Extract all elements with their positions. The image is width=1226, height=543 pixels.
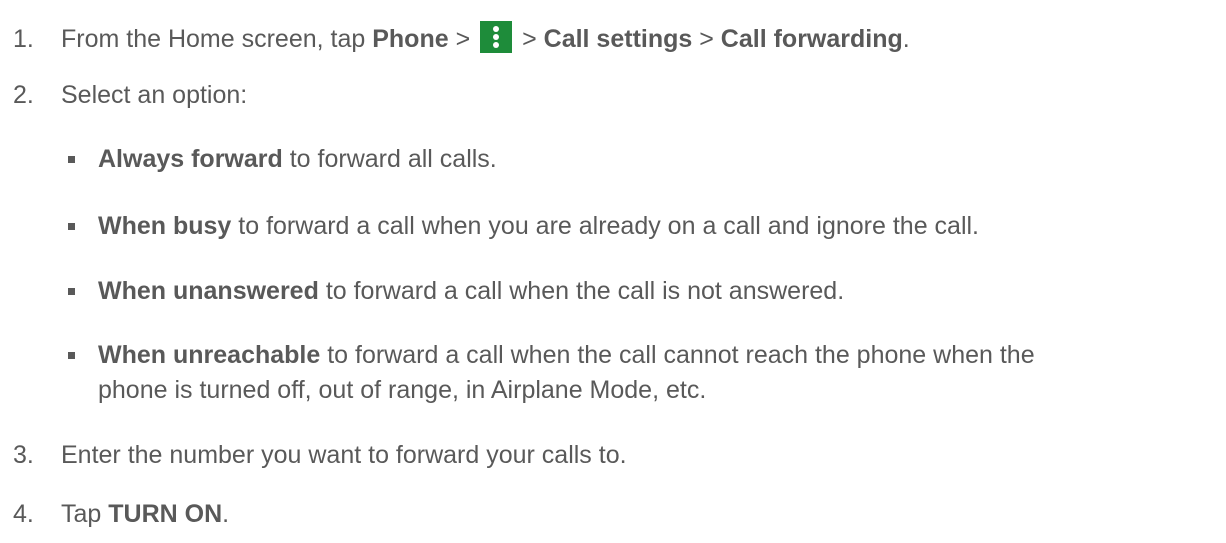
bullet-icon bbox=[68, 156, 75, 163]
phone-label: Phone bbox=[372, 25, 449, 53]
option-text-continued: phone is turned off, out of range, in Ai… bbox=[98, 376, 707, 404]
step-number: 4. bbox=[13, 500, 34, 528]
separator: > bbox=[515, 25, 544, 53]
step-text: From the Home screen, tap bbox=[61, 25, 373, 53]
bullet-icon bbox=[68, 352, 75, 359]
separator: > bbox=[448, 25, 478, 53]
option-title: When busy bbox=[98, 212, 232, 240]
call-settings-label: Call settings bbox=[543, 25, 693, 53]
call-forwarding-label: Call forwarding bbox=[720, 25, 903, 53]
option-text: to forward all calls. bbox=[282, 145, 497, 173]
option-when-busy: When busy to forward a call when you are… bbox=[68, 211, 1218, 241]
turn-on-label: TURN ON bbox=[108, 500, 223, 528]
option-title: When unreachable bbox=[98, 341, 321, 369]
step-number: 1. bbox=[13, 25, 34, 53]
step-1: 1. From the Home screen, tap Phone > > Ca… bbox=[13, 21, 910, 54]
step-text: Tap bbox=[61, 500, 109, 528]
instructions-document: 1. From the Home screen, tap Phone > > Ca… bbox=[0, 0, 1226, 543]
step-3: 3. Enter the number you want to forward y… bbox=[13, 440, 627, 470]
punctuation: . bbox=[222, 500, 230, 528]
more-options-icon bbox=[480, 21, 513, 53]
option-when-unreachable: When unreachable to forward a call when … bbox=[68, 340, 1218, 405]
step-text: Enter the number you want to forward you… bbox=[61, 441, 627, 469]
step-number: 3. bbox=[13, 441, 34, 469]
step-2: 2. Select an option: bbox=[13, 80, 247, 110]
step-text: Select an option: bbox=[61, 81, 248, 109]
option-title: When unanswered bbox=[98, 277, 319, 305]
separator: > bbox=[692, 25, 721, 53]
option-title: Always forward bbox=[98, 145, 283, 173]
bullet-icon bbox=[68, 288, 75, 295]
step-number: 2. bbox=[13, 81, 34, 109]
option-text: to forward a call when the call is not a… bbox=[318, 277, 845, 305]
step-4: 4. Tap TURN ON. bbox=[13, 499, 229, 529]
option-when-unanswered: When unanswered to forward a call when t… bbox=[68, 276, 1218, 306]
option-always-forward: Always forward to forward all calls. bbox=[68, 144, 1218, 174]
option-text: to forward a call when you are already o… bbox=[231, 212, 979, 240]
punctuation: . bbox=[902, 25, 910, 53]
option-text: to forward a call when the call cannot r… bbox=[320, 341, 1035, 369]
bullet-icon bbox=[68, 223, 75, 230]
